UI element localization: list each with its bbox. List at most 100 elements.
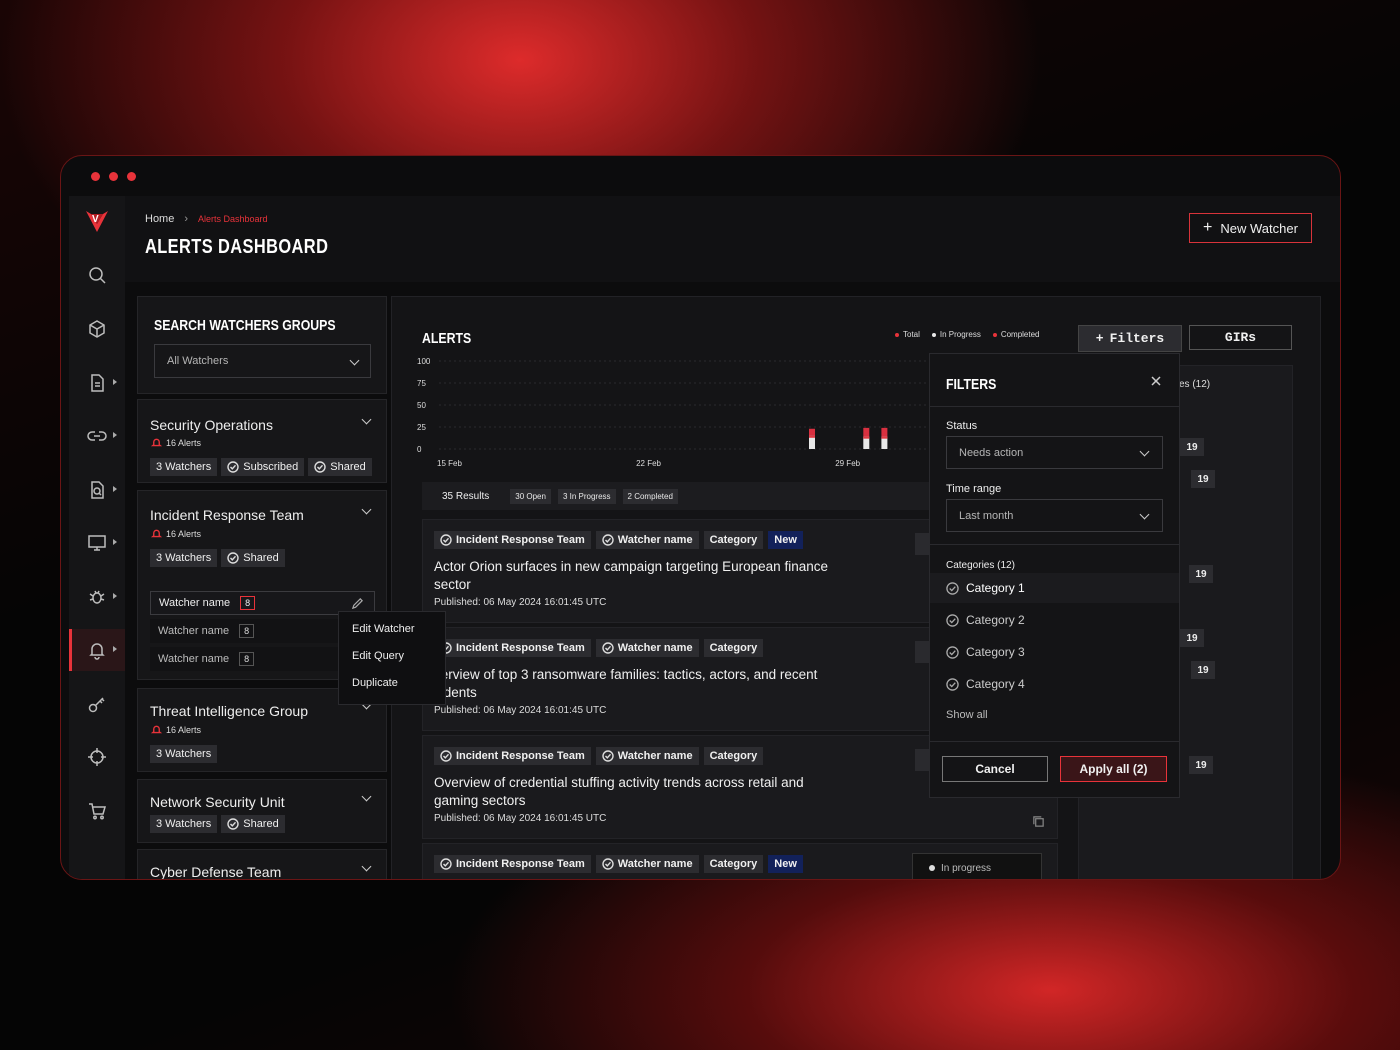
link-icon[interactable]: [69, 415, 125, 457]
gir-count-badge: 19: [1180, 629, 1204, 647]
watchers-select[interactable]: All Watchers: [154, 344, 371, 378]
team-tag[interactable]: Incident Response Team: [434, 747, 591, 765]
status-dropdown-stub[interactable]: [915, 749, 929, 771]
alert-tags: Incident Response Team Watcher name Cate…: [434, 531, 803, 549]
check-circle-icon: [602, 534, 614, 546]
window-controls: [91, 172, 136, 181]
bar-total[interactable]: [809, 428, 815, 436]
window-dot[interactable]: [91, 172, 100, 181]
alert-tags: Incident Response Team Watcher name Cate…: [434, 639, 764, 657]
time-range-select[interactable]: Last month: [946, 499, 1163, 532]
cube-icon[interactable]: [69, 308, 125, 350]
alert-headline[interactable]: Overview of credential stuffing activity…: [434, 774, 834, 810]
alert-date: Published: 06 May 2024 16:01:45 UTC: [434, 705, 607, 716]
cancel-button[interactable]: Cancel: [942, 756, 1048, 782]
bar-total[interactable]: [863, 427, 870, 437]
menu-item-edit-watcher[interactable]: Edit Watcher: [339, 616, 445, 643]
cart-icon[interactable]: [69, 790, 125, 832]
breadcrumb-home[interactable]: Home: [145, 213, 174, 225]
results-bar: 35 Results 30 Open 3 In Progress 2 Compl…: [422, 482, 937, 510]
window-dot[interactable]: [127, 172, 136, 181]
team-tag[interactable]: Incident Response Team: [434, 639, 591, 657]
legend-dot: [992, 332, 997, 337]
key-icon[interactable]: [69, 683, 125, 725]
chevron-down-icon[interactable]: [361, 861, 372, 872]
chevron-down-icon: [1139, 446, 1150, 457]
menu-item-duplicate[interactable]: Duplicate: [339, 670, 445, 697]
group-card[interactable]: Security Operations 16 Alerts 3 Watchers…: [137, 399, 387, 483]
completed-pill[interactable]: 2 Completed: [622, 488, 678, 504]
breadcrumb-current: Alerts Dashboard: [198, 214, 268, 224]
alerts-bar-chart: 100 75 50 25 0 15 Feb 22 Feb 29 Feb: [417, 357, 960, 468]
chevron-right-icon: ›: [184, 213, 189, 225]
group-chips: 3 Watchers Shared: [150, 549, 285, 567]
watcher-tag[interactable]: Watcher name: [595, 531, 699, 549]
show-all-link[interactable]: Show all: [946, 709, 988, 721]
gir-count-badge: 19: [1191, 661, 1215, 679]
category-option[interactable]: Category 1: [930, 573, 1179, 603]
chevron-down-icon[interactable]: [361, 791, 372, 802]
category-tag[interactable]: Category: [703, 531, 764, 549]
watcher-tag[interactable]: Watcher name: [595, 639, 699, 657]
category-option[interactable]: Category 4: [930, 669, 1179, 699]
category-tag[interactable]: Category: [703, 855, 764, 873]
alert-headline[interactable]: Actor Orion surfaces in new campaign tar…: [434, 558, 834, 594]
bug-icon[interactable]: [69, 576, 125, 618]
girs-button[interactable]: GIRs: [1189, 325, 1292, 350]
alerts-title: ALERTS: [422, 330, 472, 347]
alerts-chart: 100 75 50 25 0 15 Feb 22 Feb 29 Feb: [417, 355, 960, 475]
group-card[interactable]: Cyber Defense Team: [137, 849, 387, 879]
category-option[interactable]: Category 2: [930, 605, 1179, 635]
group-alerts-count: 16 Alerts: [166, 528, 202, 539]
group-card[interactable]: Network Security Unit 3 Watchers Shared: [137, 779, 387, 843]
status-dropdown-stub[interactable]: [915, 641, 929, 663]
monitor-icon[interactable]: [69, 522, 125, 564]
brand-logo[interactable]: V: [83, 206, 111, 234]
watcher-name: Watcher name: [158, 625, 230, 637]
tag-label: Incident Response Team: [456, 858, 585, 870]
chevron-down-icon[interactable]: [361, 504, 372, 515]
bell-icon[interactable]: [69, 629, 125, 671]
gir-count-badge: 19: [1189, 756, 1213, 774]
page-title: ALERTS DASHBOARD: [145, 236, 329, 258]
category-option[interactable]: Category 3: [930, 637, 1179, 667]
status-select[interactable]: Needs action: [946, 436, 1163, 469]
copy-icon[interactable]: [1032, 815, 1045, 828]
chevron-down-icon: [349, 355, 360, 366]
crosshair-icon[interactable]: [69, 736, 125, 778]
filters-button[interactable]: + Filters: [1078, 325, 1182, 352]
search-watchers-title: SEARCH WATCHERS GROUPS: [154, 317, 336, 334]
check-circle-icon: [946, 613, 959, 627]
file-search-icon[interactable]: [69, 469, 125, 511]
team-tag[interactable]: Incident Response Team: [434, 531, 591, 549]
y-tick-label: 25: [417, 423, 426, 432]
watcher-tag[interactable]: Watcher name: [595, 855, 699, 873]
menu-item-edit-query[interactable]: Edit Query: [339, 643, 445, 670]
check-circle-icon: [440, 750, 452, 762]
watcher-tag[interactable]: Watcher name: [595, 747, 699, 765]
status-dropdown[interactable]: In progress: [912, 853, 1042, 879]
category-tag[interactable]: Category: [703, 639, 764, 657]
alert-headline[interactable]: verview of top 3 ransomware families: ta…: [434, 666, 834, 702]
status-dropdown-stub[interactable]: [915, 533, 929, 555]
chevron-down-icon[interactable]: [361, 414, 372, 425]
bar-total[interactable]: [881, 427, 888, 437]
watcher-context-menu: Edit Watcher Edit Query Duplicate: [338, 611, 446, 705]
apply-button[interactable]: Apply all (2): [1060, 756, 1167, 782]
in-progress-pill[interactable]: 3 In Progress: [557, 488, 616, 504]
new-watcher-button[interactable]: + New Watcher: [1189, 213, 1312, 243]
legend-label: In Progress: [939, 330, 981, 339]
open-pill[interactable]: 30 Open: [510, 488, 551, 504]
team-tag[interactable]: Incident Response Team: [434, 855, 591, 873]
bell-icon: [151, 438, 162, 447]
search-icon[interactable]: [69, 254, 125, 296]
pencil-icon[interactable]: [351, 597, 364, 610]
category-tag[interactable]: Category: [703, 747, 764, 765]
window-dot[interactable]: [109, 172, 118, 181]
close-icon[interactable]: [1149, 374, 1163, 388]
check-circle-icon: [946, 645, 959, 659]
watcher-count-badge: 8: [239, 624, 255, 638]
legend-item: Completed: [992, 330, 1040, 339]
new-badge: New: [768, 855, 803, 873]
document-icon[interactable]: [69, 362, 125, 404]
